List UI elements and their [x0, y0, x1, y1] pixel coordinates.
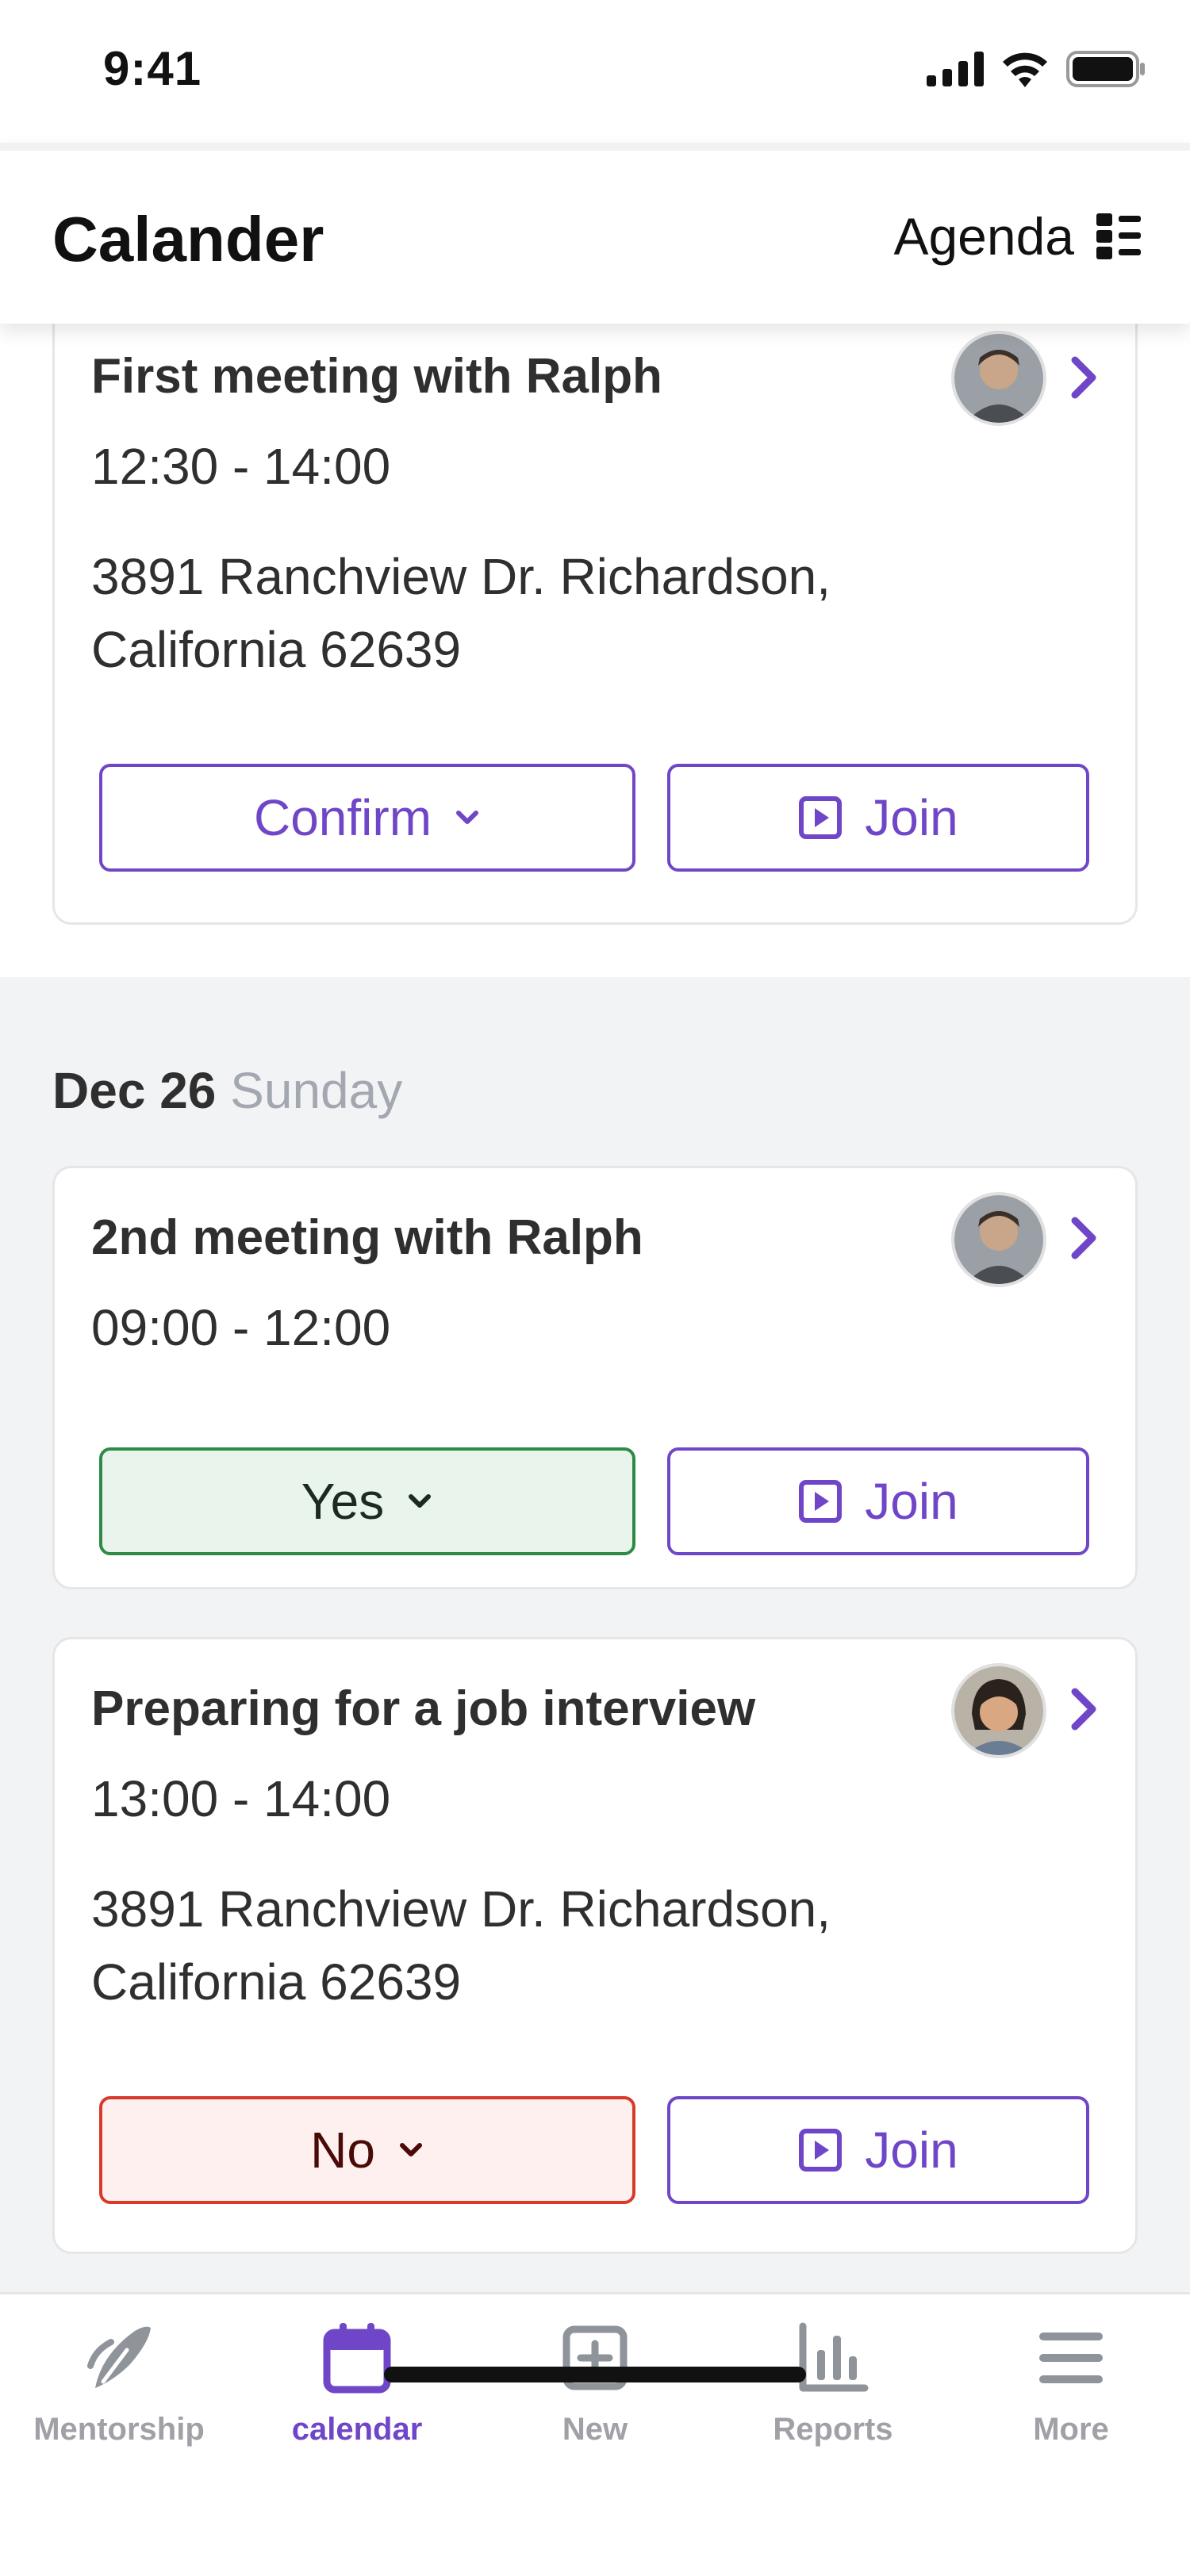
status-icons: [927, 51, 1146, 87]
nav-item-new[interactable]: New: [476, 2318, 714, 2448]
nav-label: calendar: [291, 2412, 423, 2447]
status-time: 9:41: [103, 42, 202, 95]
chevron-down-icon: [409, 1494, 432, 1508]
address-line-1: 3891 Ranchview Dr. Richardson,: [91, 548, 831, 605]
video-play-icon: [799, 2129, 843, 2172]
event-card[interactable]: First meeting with Ralph 12:30 - 14:00 3…: [52, 324, 1138, 925]
event-title: Preparing for a job interview: [91, 1681, 756, 1736]
calendar-content[interactable]: First meeting with Ralph 12:30 - 14:00 3…: [0, 324, 1190, 2292]
join-label: Join: [865, 1473, 958, 1530]
bar-chart-icon: [799, 2322, 869, 2392]
nav-label: Reports: [773, 2412, 893, 2447]
address-line-2: California 62639: [91, 1953, 462, 2011]
join-label: Join: [865, 789, 958, 846]
chevron-right-icon[interactable]: [1064, 1214, 1104, 1262]
confirm-response-button[interactable]: Confirm: [99, 764, 635, 872]
menu-icon: [1039, 2333, 1103, 2383]
event-address: 3891 Ranchview Dr. Richardson, Californi…: [91, 1873, 964, 2018]
home-indicator: [384, 2367, 806, 2382]
view-mode-toggle[interactable]: Agenda: [893, 206, 1142, 266]
nav-item-reports[interactable]: Reports: [714, 2318, 952, 2448]
event-card[interactable]: Preparing for a job interview 13:00 - 14…: [52, 1637, 1138, 2254]
nav-label: More: [1033, 2412, 1109, 2447]
video-play-icon: [799, 1480, 843, 1523]
page-title: Calander: [52, 204, 324, 274]
join-label: Join: [865, 2122, 958, 2179]
nav-label: New: [562, 2412, 628, 2447]
event-time: 09:00 - 12:00: [91, 1299, 391, 1356]
wifi-icon: [1003, 52, 1047, 87]
day-heading: Dec 26 Sunday: [52, 1061, 402, 1120]
no-response-button[interactable]: No: [99, 2096, 635, 2204]
status-bar: 9:41: [0, 0, 1190, 143]
plus-square-icon: [562, 2325, 628, 2390]
agenda-grid-icon: [1096, 213, 1141, 259]
event-time: 13:00 - 14:00: [91, 1770, 391, 1827]
cellular-signal-icon: [927, 52, 984, 86]
view-mode-label: Agenda: [893, 207, 1074, 266]
avatar: [951, 1663, 1046, 1758]
nav-item-mentorship[interactable]: Mentorship: [0, 2318, 238, 2448]
nav-item-calendar[interactable]: calendar: [238, 2318, 476, 2448]
app-header: Calander Agenda: [0, 143, 1190, 324]
video-play-icon: [799, 796, 843, 839]
chevron-right-icon[interactable]: [1064, 1685, 1104, 1733]
avatar: [951, 331, 1046, 426]
address-line-2: California 62639: [91, 621, 462, 678]
join-button[interactable]: Join: [667, 1447, 1089, 1555]
event-address: 3891 Ranchview Dr. Richardson, Californi…: [91, 540, 964, 686]
join-button[interactable]: Join: [667, 764, 1089, 872]
battery-icon: [1066, 51, 1145, 87]
mentorship-icon: [87, 2326, 151, 2388]
yes-response-button[interactable]: Yes: [99, 1447, 635, 1555]
response-label: No: [310, 2122, 375, 2179]
response-label: Confirm: [253, 789, 432, 846]
day-date: Dec 26: [52, 1062, 217, 1119]
day-weekday: Sunday: [230, 1062, 403, 1119]
chevron-right-icon[interactable]: [1064, 354, 1104, 401]
address-line-1: 3891 Ranchview Dr. Richardson,: [91, 1880, 831, 1938]
calendar-icon: [323, 2323, 391, 2394]
event-title: 2nd meeting with Ralph: [91, 1210, 643, 1265]
response-label: Yes: [301, 1473, 385, 1530]
event-card[interactable]: 2nd meeting with Ralph 09:00 - 12:00 Yes: [52, 1166, 1138, 1589]
chevron-down-icon: [399, 2143, 422, 2156]
event-time: 12:30 - 14:00: [91, 438, 391, 495]
nav-item-more[interactable]: More: [952, 2318, 1190, 2448]
event-title: First meeting with Ralph: [91, 349, 662, 404]
join-button[interactable]: Join: [667, 2096, 1089, 2204]
avatar: [951, 1192, 1046, 1287]
bottom-nav: Mentorship calendar New Reports More: [0, 2292, 1190, 2576]
chevron-down-icon: [456, 811, 479, 824]
nav-label: Mentorship: [33, 2412, 205, 2447]
